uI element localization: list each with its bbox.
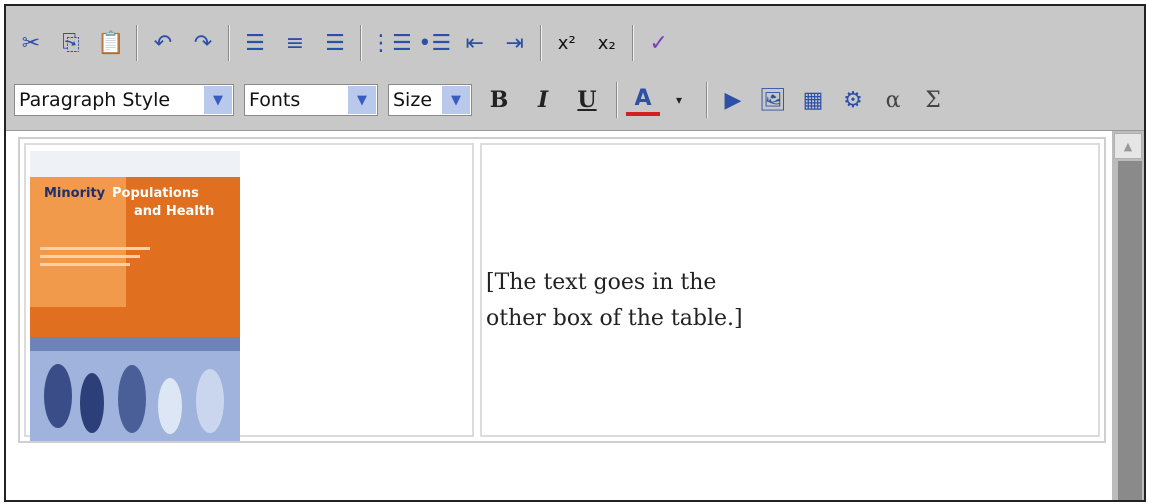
sigma-symbol-icon[interactable]: Σ xyxy=(916,80,950,120)
italic-button[interactable]: I xyxy=(526,83,560,117)
cover-title-line2: and Health xyxy=(134,204,214,219)
toolbar-separator xyxy=(136,25,138,61)
toolbar-separator xyxy=(539,25,542,61)
subscript-icon[interactable]: x₂ xyxy=(590,23,624,63)
fonts-dropdown[interactable]: Fonts ▼ xyxy=(244,84,378,116)
indent-icon[interactable]: ⇥ xyxy=(498,23,532,63)
align-left-icon[interactable]: ☰ xyxy=(238,23,272,63)
media-icon[interactable]: ▶ xyxy=(716,80,750,120)
table-cell-text[interactable]: [The text goes in the other box of the t… xyxy=(480,143,1100,437)
insert-tools-group: ▶ 🖼 ▦ ⚙ α Σ xyxy=(716,80,956,120)
editor-toolbar: ✂ ⎘ 📋 ↶ ↷ ☰ ≡ ☰ ⋮☰ •☰ ⇤ ⇥ x² x₂ ✓ Paragraph Style ▼ Fo… xyxy=(6,6,1144,131)
toolbar-separator xyxy=(360,25,362,61)
underline-button[interactable]: U xyxy=(570,83,604,117)
cover-title-word1: Minority xyxy=(44,186,106,201)
fonts-value: Fonts xyxy=(249,89,301,111)
size-dropdown[interactable]: Size ▼ xyxy=(388,84,472,116)
toolbar-separator xyxy=(228,25,230,61)
table-icon[interactable]: ▦ xyxy=(796,80,830,120)
toolbar-separator xyxy=(616,82,618,118)
scrollbar-thumb[interactable] xyxy=(1118,161,1142,500)
paragraph-style-value: Paragraph Style xyxy=(19,89,171,111)
toolbar-separator xyxy=(706,82,708,118)
alpha-symbol-icon[interactable]: α xyxy=(876,80,910,120)
superscript-icon[interactable]: x² xyxy=(550,23,584,63)
editor-content-area[interactable]: Minority Populations and Health [The tex… xyxy=(6,131,1114,500)
size-value: Size xyxy=(393,89,433,111)
undo-icon[interactable]: ↶ xyxy=(146,23,180,63)
cell-text-line2: other box of the table.] xyxy=(486,306,743,331)
align-right-icon[interactable]: ☰ xyxy=(318,23,352,63)
book-cover-image: Minority Populations and Health xyxy=(30,151,240,441)
paste-icon[interactable]: 📋 xyxy=(94,23,128,63)
spellcheck-icon[interactable]: ✓ xyxy=(642,23,676,63)
align-center-icon[interactable]: ≡ xyxy=(278,23,312,63)
toolbar-separator xyxy=(631,25,634,61)
chevron-down-icon[interactable]: ▼ xyxy=(348,86,376,114)
font-color-dropdown-icon[interactable]: ▾ xyxy=(662,83,696,117)
cut-icon[interactable]: ✂ xyxy=(14,23,48,63)
book-cover-art: Minority Populations and Health xyxy=(30,151,240,441)
vertical-scrollbar[interactable]: ▲ xyxy=(1112,131,1144,500)
chevron-down-icon[interactable]: ▼ xyxy=(442,86,470,114)
copy-icon[interactable]: ⎘ xyxy=(54,23,88,63)
toolbar-row-style: Paragraph Style ▼ Fonts ▼ Size ▼ B I U A… xyxy=(14,78,956,122)
unordered-list-icon[interactable]: •☰ xyxy=(418,23,452,63)
ordered-list-icon[interactable]: ⋮☰ xyxy=(370,23,412,63)
cell-text-block[interactable]: [The text goes in the other box of the t… xyxy=(486,265,743,337)
cover-title-word2: Populations xyxy=(112,186,199,201)
outdent-icon[interactable]: ⇤ xyxy=(458,23,492,63)
special-object-icon[interactable]: ⚙ xyxy=(836,80,870,120)
cell-text-line1: [The text goes in the xyxy=(486,270,717,295)
redo-icon[interactable]: ↷ xyxy=(186,23,220,63)
image-icon[interactable]: 🖼 xyxy=(756,80,790,120)
font-color-button[interactable]: A xyxy=(626,84,660,116)
editor-window: ✂ ⎘ 📋 ↶ ↷ ☰ ≡ ☰ ⋮☰ •☰ ⇤ ⇥ x² x₂ ✓ Paragraph Style ▼ Fo… xyxy=(4,4,1146,502)
toolbar-row-formatting: ✂ ⎘ 📋 ↶ ↷ ☰ ≡ ☰ ⋮☰ •☰ ⇤ ⇥ x² x₂ ✓ xyxy=(14,16,682,70)
bold-button[interactable]: B xyxy=(482,83,516,117)
paragraph-style-dropdown[interactable]: Paragraph Style ▼ xyxy=(14,84,234,116)
content-table[interactable]: Minority Populations and Health [The tex… xyxy=(18,137,1106,443)
scroll-up-icon[interactable]: ▲ xyxy=(1114,133,1142,159)
table-cell-image[interactable]: Minority Populations and Health xyxy=(24,143,474,441)
chevron-down-icon[interactable]: ▼ xyxy=(204,86,232,114)
